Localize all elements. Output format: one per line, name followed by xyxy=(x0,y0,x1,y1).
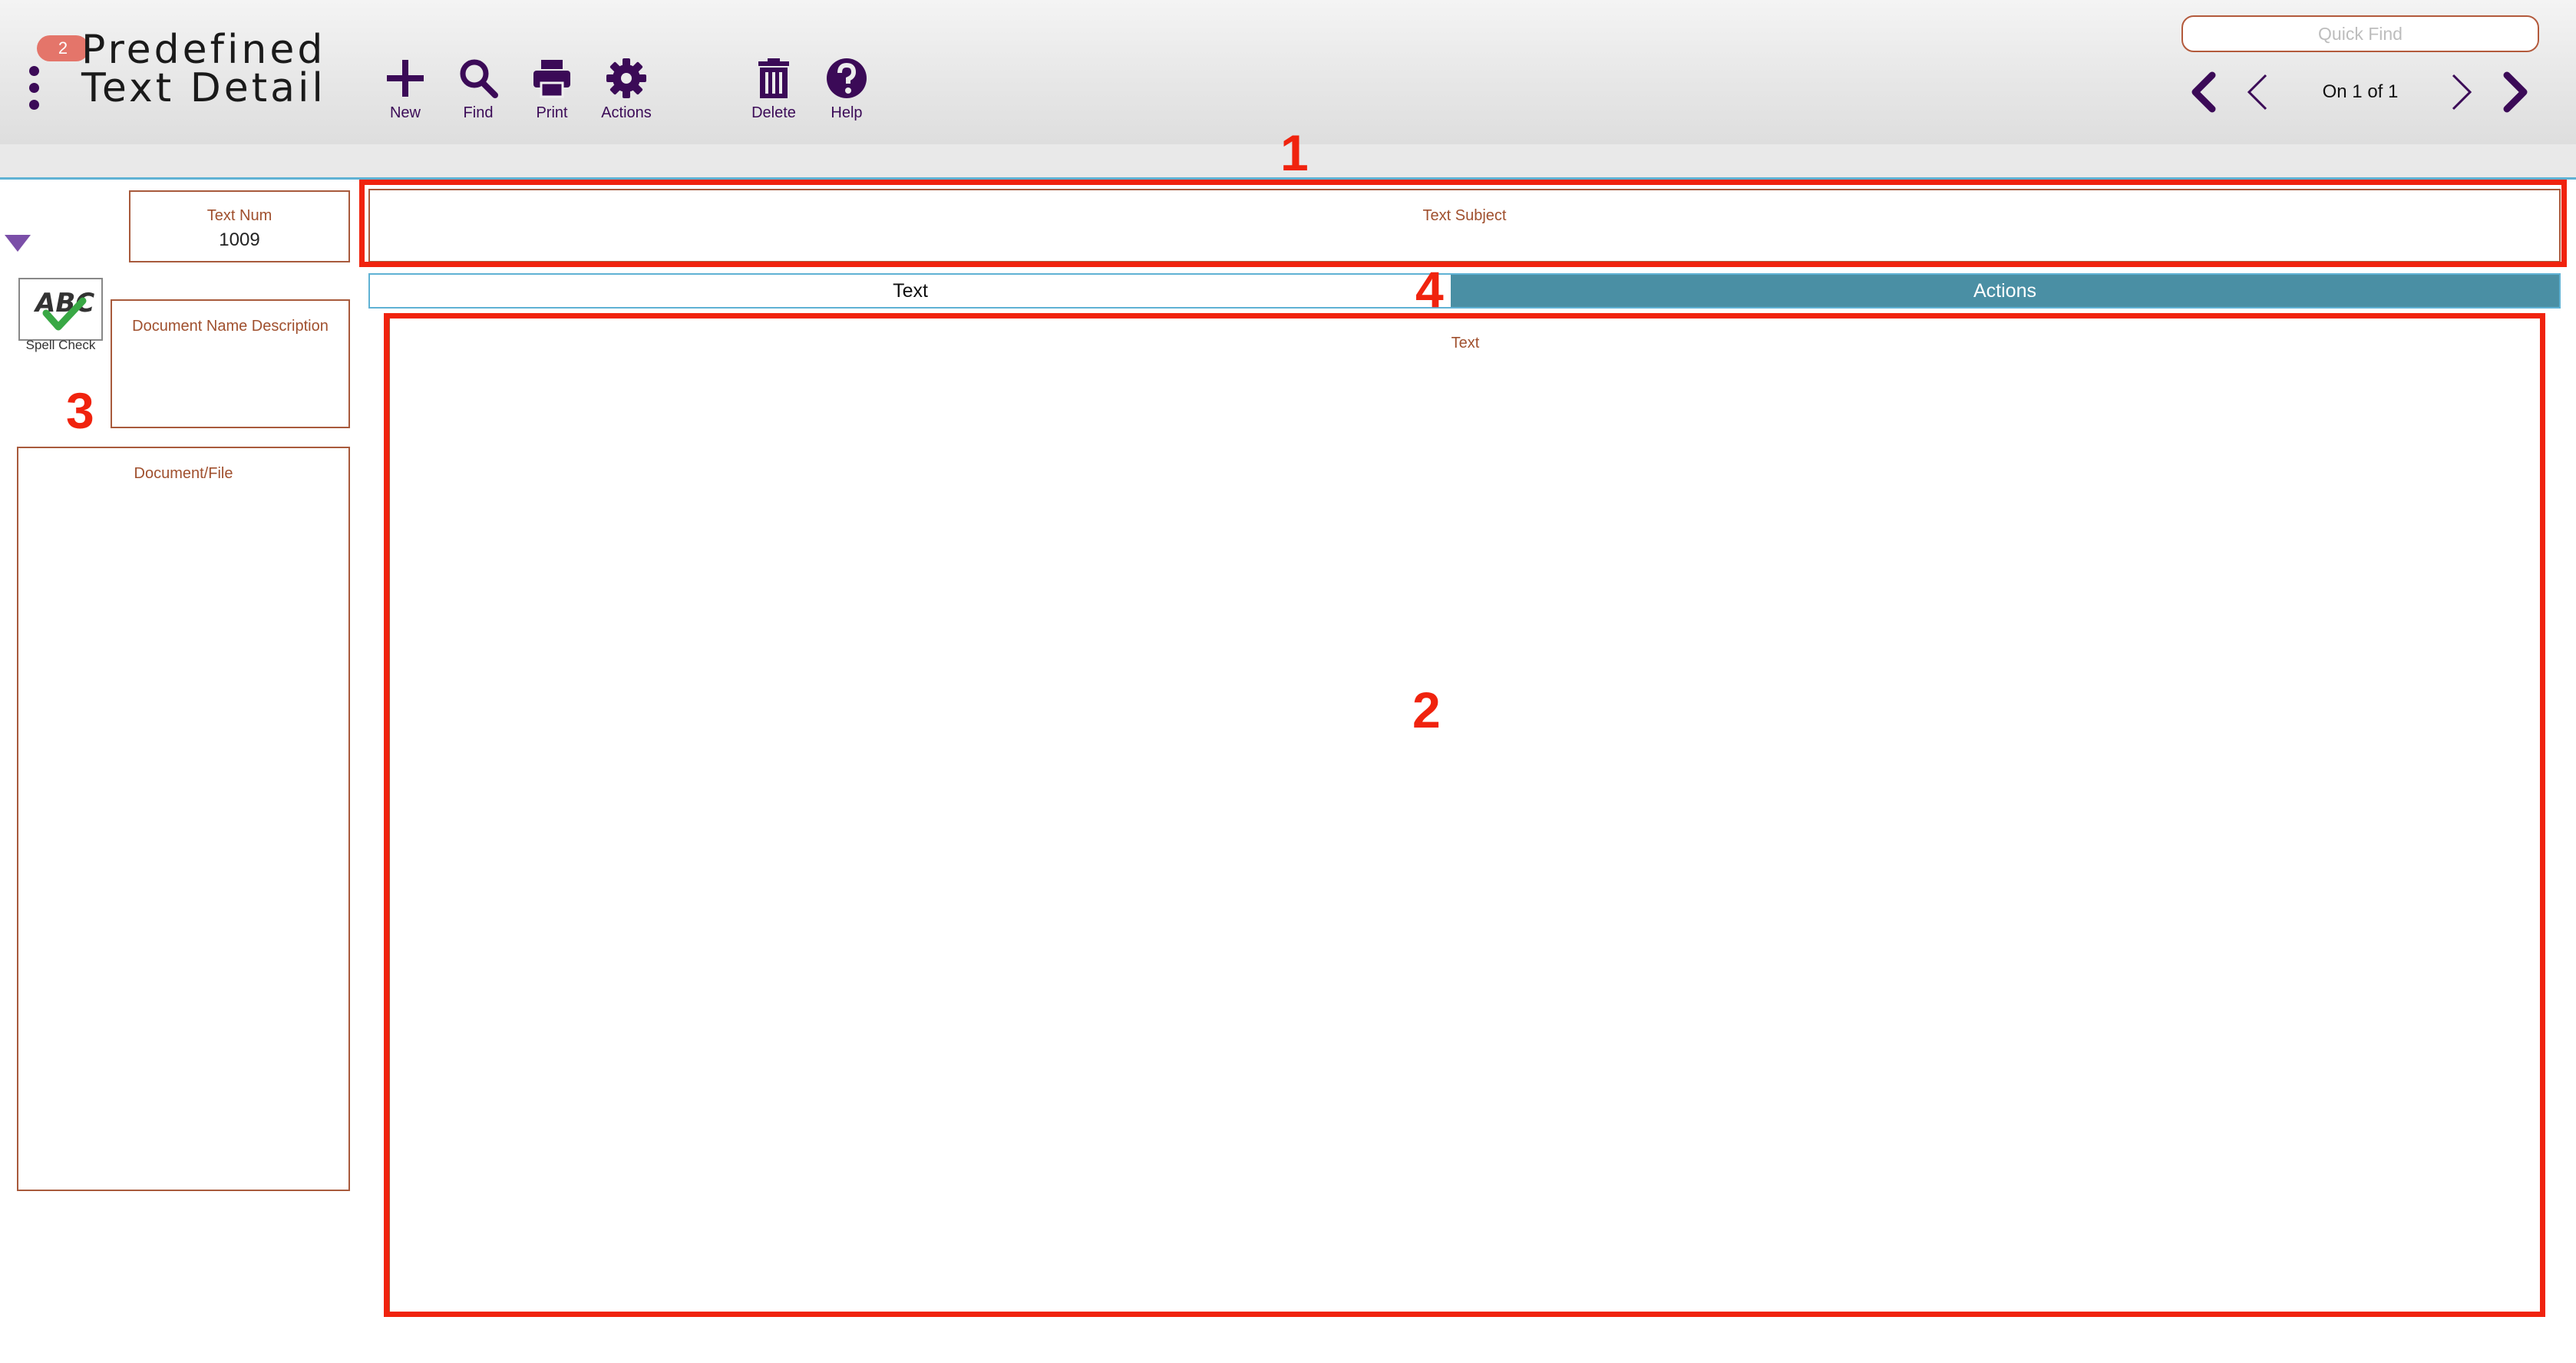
help-button[interactable]: Help xyxy=(810,57,883,122)
record-pager: On 1 of 1 xyxy=(2322,81,2399,102)
document-file-field[interactable]: Document/File xyxy=(17,447,350,1191)
delete-label: Delete xyxy=(751,104,796,121)
annotation-box-1 xyxy=(359,180,2567,267)
kebab-menu-icon[interactable] xyxy=(29,66,41,111)
delete-button[interactable]: Delete xyxy=(737,57,811,122)
actions-label: Actions xyxy=(601,104,652,121)
top-header: 2 Predefined Text Detail New Find Print … xyxy=(0,0,2576,144)
annotation-number-2: 2 xyxy=(1412,682,1441,738)
document-name-description-label: Document Name Description xyxy=(132,318,329,335)
first-record-button[interactable] xyxy=(2181,68,2228,117)
document-file-label: Document/File xyxy=(134,465,233,482)
page-title-line2: Text Detail xyxy=(81,65,326,111)
annotation-box-2 xyxy=(384,313,2545,1317)
help-label: Help xyxy=(831,104,863,121)
magnifier-icon xyxy=(460,59,498,98)
next-record-button[interactable] xyxy=(2438,68,2484,117)
spell-check-button[interactable]: ABC xyxy=(18,278,103,341)
tab-text[interactable]: Text xyxy=(370,275,1451,307)
annotation-number-3: 3 xyxy=(66,382,94,439)
spell-check-icon: ABC xyxy=(33,288,94,331)
tab-actions[interactable]: Actions xyxy=(1451,275,2559,307)
print-label: Print xyxy=(536,104,568,121)
last-record-button[interactable] xyxy=(2492,68,2538,117)
page-title-line1: Predefined xyxy=(81,27,326,73)
spell-check-label: Spell Check xyxy=(25,338,96,352)
text-num-value: 1009 xyxy=(219,229,260,250)
new-label: New xyxy=(389,104,421,121)
find-button[interactable]: Find xyxy=(441,57,515,122)
new-button[interactable]: New xyxy=(368,57,442,122)
gear-icon xyxy=(606,58,646,98)
document-name-description-field[interactable]: Document Name Description xyxy=(111,299,350,428)
find-label: Find xyxy=(463,104,494,121)
chevron-double-right-icon xyxy=(2503,71,2528,113)
text-num-field[interactable]: Text Num 1009 xyxy=(129,190,350,262)
print-button[interactable]: Print xyxy=(515,57,589,122)
question-circle-icon xyxy=(827,58,867,98)
chevron-double-left-icon xyxy=(2191,71,2216,113)
quick-find-input[interactable] xyxy=(2181,15,2539,52)
printer-icon xyxy=(533,60,570,98)
tab-bar: Text Actions xyxy=(368,273,2561,309)
previous-record-button[interactable] xyxy=(2235,68,2281,117)
chevron-right-icon xyxy=(2452,74,2472,111)
chevron-left-icon xyxy=(2247,74,2267,111)
plus-icon xyxy=(387,60,424,97)
actions-button[interactable]: Actions xyxy=(590,57,663,122)
trash-icon xyxy=(758,58,789,98)
annotation-number-4: 4 xyxy=(1415,261,1444,318)
expand-triangle-icon[interactable] xyxy=(5,235,31,252)
text-num-label: Text Num xyxy=(206,207,272,224)
page-title: Predefined Text Detail xyxy=(81,27,326,111)
annotation-number-1: 1 xyxy=(1280,124,1309,181)
